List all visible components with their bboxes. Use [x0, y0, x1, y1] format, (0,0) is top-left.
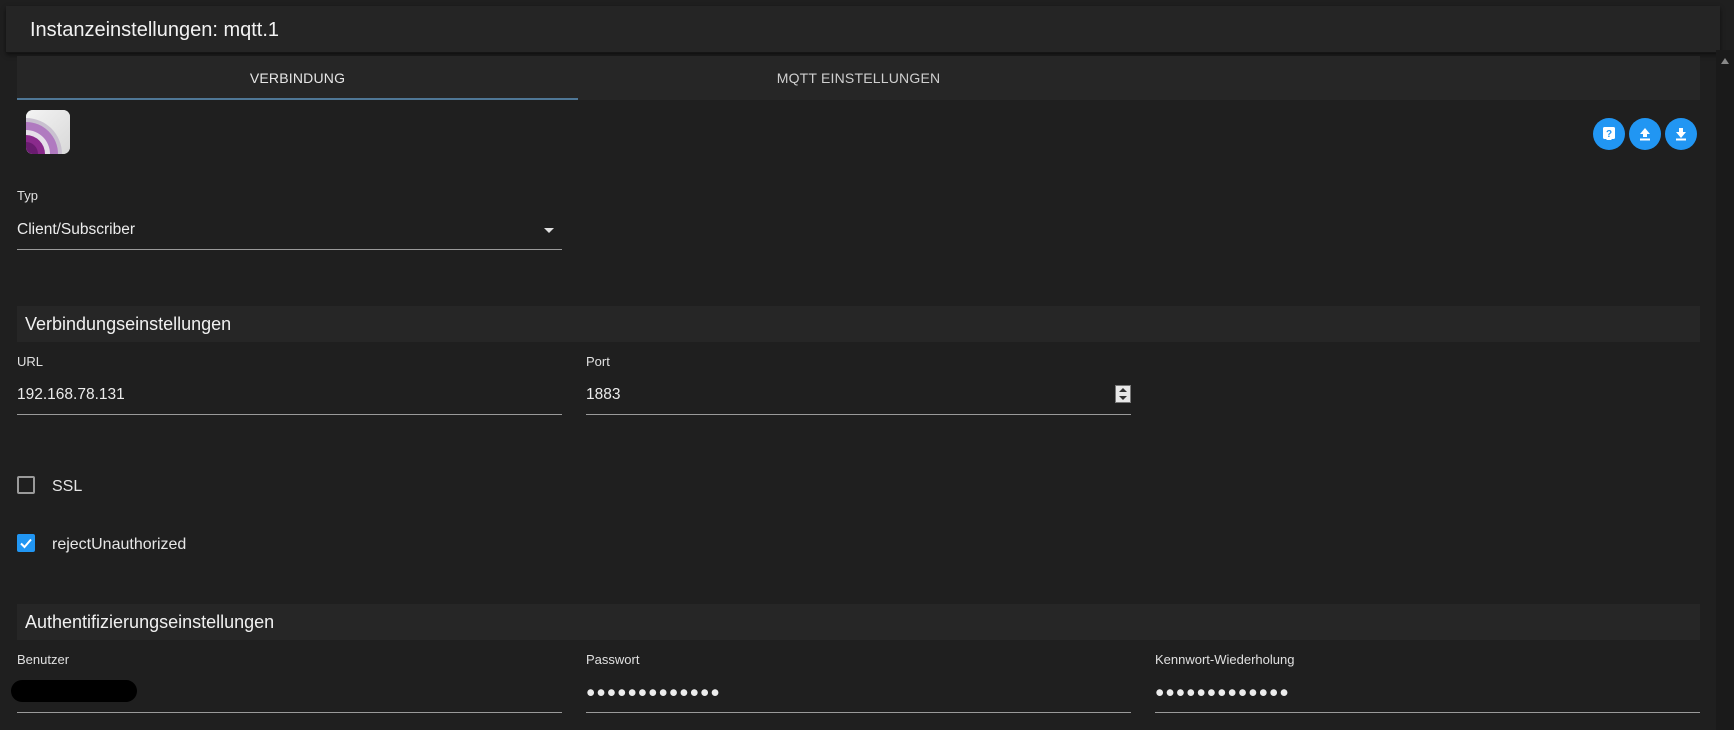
tab-bar: VERBINDUNG MQTT EINSTELLUNGEN: [17, 56, 1700, 100]
help-button[interactable]: ?: [1593, 118, 1625, 150]
svg-text:?: ?: [1606, 129, 1612, 140]
url-value: 192.168.78.131: [17, 386, 125, 403]
port-value: 1883: [586, 386, 621, 403]
redacted-username: [11, 680, 137, 702]
port-label: Port: [586, 354, 610, 369]
help-icon: ?: [1603, 127, 1615, 140]
download-icon: [1676, 128, 1686, 141]
stepper-down-icon[interactable]: [1119, 396, 1127, 400]
password-repeat-value: ●●●●●●●●●●●●●: [1155, 684, 1290, 701]
download-button[interactable]: [1665, 118, 1697, 150]
type-select[interactable]: Client/Subscriber: [17, 213, 562, 250]
connection-section-title: Verbindungseinstellungen: [25, 314, 232, 334]
scroll-up-icon[interactable]: [1721, 58, 1729, 64]
url-input[interactable]: 192.168.78.131: [17, 378, 562, 415]
auth-section-title: Authentifizierungseinstellungen: [25, 612, 275, 632]
user-label: Benutzer: [17, 652, 70, 667]
password-input[interactable]: ●●●●●●●●●●●●●: [586, 676, 1131, 713]
checkmark-icon: [20, 538, 32, 549]
port-input[interactable]: 1883: [586, 378, 1131, 415]
password-value: ●●●●●●●●●●●●●: [586, 684, 721, 701]
port-stepper[interactable]: [1115, 385, 1131, 403]
reject-unauthorized-label: rejectUnauthorized: [52, 536, 187, 553]
url-label: URL: [17, 354, 44, 369]
type-select-value: Client/Subscriber: [17, 221, 136, 238]
dialog-titlebar: Instanzeinstellungen: mqtt.1: [6, 6, 1720, 53]
ssl-checkbox[interactable]: [17, 476, 35, 494]
upload-icon: [1640, 128, 1650, 141]
tab-verbindung[interactable]: VERBINDUNG: [17, 56, 578, 100]
stepper-up-icon[interactable]: [1119, 388, 1127, 392]
dialog-title: Instanzeinstellungen: mqtt.1: [30, 19, 280, 41]
type-label: Typ: [17, 188, 38, 203]
mqtt-logo-icon: [26, 110, 70, 154]
chevron-down-icon: [544, 228, 554, 233]
connection-section-header: Verbindungseinstellungen: [17, 306, 1700, 342]
auth-section-header: Authentifizierungseinstellungen: [17, 604, 1700, 640]
tab-mqtt-einstellungen[interactable]: MQTT EINSTELLUNGEN: [578, 56, 1139, 100]
password-repeat-label: Kennwort-Wiederholung: [1155, 652, 1295, 667]
upload-button[interactable]: [1629, 118, 1661, 150]
ssl-label: SSL: [52, 478, 83, 495]
password-label: Passwort: [586, 652, 640, 667]
reject-unauthorized-checkbox[interactable]: [17, 534, 35, 552]
scrollbar[interactable]: [1716, 50, 1734, 730]
password-repeat-input[interactable]: ●●●●●●●●●●●●●: [1155, 676, 1700, 713]
